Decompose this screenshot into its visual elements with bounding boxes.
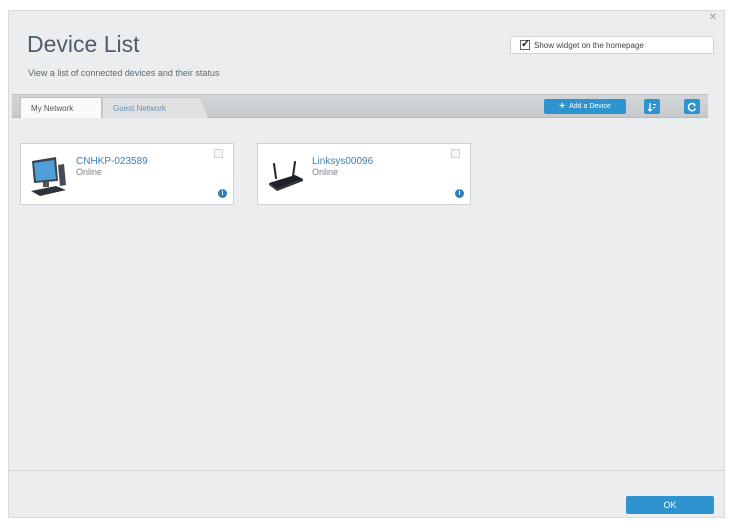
sort-icon bbox=[647, 102, 656, 112]
refresh-button[interactable] bbox=[684, 99, 700, 114]
footer-divider bbox=[8, 470, 725, 471]
device-list-dialog: ✕ Device List View a list of connected d… bbox=[8, 10, 725, 518]
router-icon bbox=[269, 160, 303, 191]
show-widget-toggle[interactable]: ✓ Show widget on the homepage bbox=[510, 36, 714, 54]
device-select-checkbox[interactable] bbox=[214, 149, 223, 158]
device-status: Online bbox=[76, 167, 103, 177]
sort-button[interactable] bbox=[644, 99, 660, 114]
close-icon[interactable]: ✕ bbox=[708, 13, 718, 23]
device-card[interactable]: CNHKP-023589 Online i bbox=[20, 143, 234, 205]
device-name[interactable]: CNHKP-023589 bbox=[76, 156, 148, 167]
show-widget-checkbox[interactable]: ✓ bbox=[520, 38, 531, 50]
ok-button[interactable]: OK bbox=[626, 496, 714, 514]
add-device-label: Add a Device bbox=[569, 103, 611, 110]
tab-guest-network[interactable]: Guest Network bbox=[102, 97, 208, 118]
add-device-button[interactable]: + Add a Device bbox=[544, 99, 626, 114]
network-tab-bar: My Network Guest Network + Add a Device bbox=[12, 94, 708, 118]
desktop-computer-icon bbox=[31, 157, 66, 196]
tab-my-network[interactable]: My Network bbox=[20, 97, 102, 118]
plus-icon: + bbox=[559, 100, 566, 112]
device-status: Online bbox=[312, 167, 339, 177]
checkmark-icon: ✓ bbox=[521, 38, 531, 50]
device-card[interactable]: Linksys00096 Online i bbox=[257, 143, 471, 205]
refresh-icon bbox=[687, 102, 697, 111]
info-icon[interactable]: i bbox=[218, 189, 227, 198]
device-name[interactable]: Linksys00096 bbox=[312, 156, 373, 167]
info-icon[interactable]: i bbox=[455, 189, 464, 198]
page-subtitle: View a list of connected devices and the… bbox=[28, 68, 220, 78]
show-widget-label: Show widget on the homepage bbox=[534, 40, 644, 50]
device-select-checkbox[interactable] bbox=[451, 149, 460, 158]
page-title: Device List bbox=[27, 31, 140, 57]
